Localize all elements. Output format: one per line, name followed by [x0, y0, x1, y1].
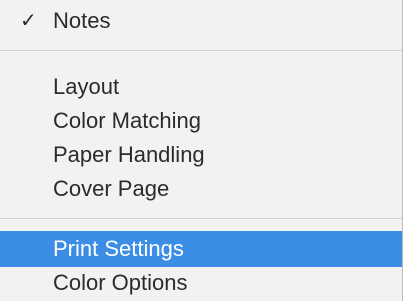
- menu-item-paper-handling[interactable]: Paper Handling: [0, 137, 402, 173]
- menu-item-label: Cover Page: [53, 176, 170, 201]
- menu-item-label: Color Matching: [53, 108, 201, 133]
- menu-item-cover-page[interactable]: Cover Page: [0, 171, 402, 207]
- menu-item-label: Paper Handling: [53, 142, 205, 167]
- menu-item-label: Color Options: [53, 270, 188, 295]
- print-options-dropdown-menu: ✓ Notes Layout Color Matching Paper Hand…: [0, 0, 403, 301]
- menu-item-label: Layout: [53, 74, 120, 99]
- menu-separator: [0, 50, 402, 51]
- menu-item-layout[interactable]: Layout: [0, 69, 402, 105]
- checkmark-icon: ✓: [20, 10, 37, 32]
- menu-item-notes[interactable]: ✓ Notes: [0, 3, 402, 39]
- menu-item-label: Notes: [53, 8, 111, 33]
- menu-item-print-settings[interactable]: Print Settings: [0, 231, 402, 267]
- menu-separator: [0, 218, 402, 219]
- menu-item-color-matching[interactable]: Color Matching: [0, 103, 402, 139]
- menu-item-label: Print Settings: [53, 236, 184, 261]
- menu-item-color-options[interactable]: Color Options: [0, 265, 402, 301]
